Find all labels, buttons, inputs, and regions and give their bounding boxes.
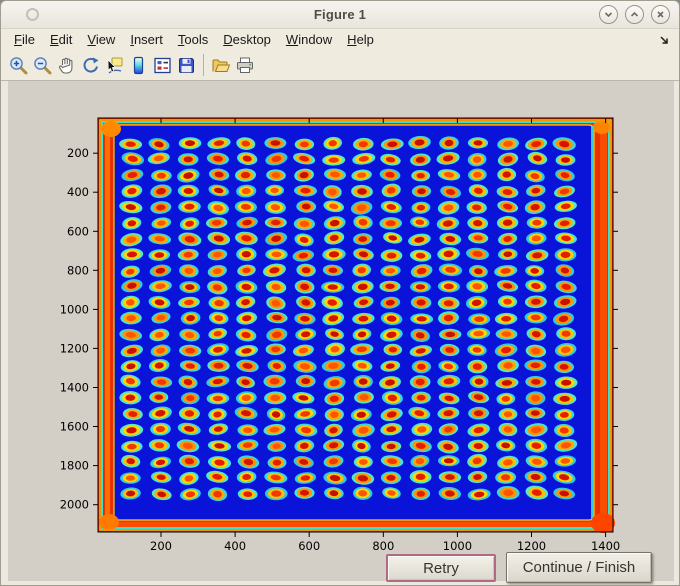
menu-item-view[interactable]: View: [87, 32, 115, 47]
zoom-out-button[interactable]: [30, 53, 54, 78]
minimize-button[interactable]: [599, 5, 618, 24]
x-tick-label: 1200: [517, 539, 546, 553]
zoom-out-icon: [33, 56, 51, 74]
array-spot: [524, 359, 547, 372]
array-spot: [264, 216, 287, 229]
close-x-icon: [657, 11, 664, 18]
pan-button[interactable]: [54, 53, 78, 78]
rotate-3d-icon: [83, 57, 98, 72]
menu-item-edit[interactable]: Edit: [50, 32, 72, 47]
menu-item-window[interactable]: Window: [286, 32, 332, 47]
colorbar-icon: [133, 56, 143, 74]
x-tick-label: 1000: [443, 539, 472, 553]
window-controls: [599, 5, 670, 24]
insert-legend-button[interactable]: [150, 53, 174, 78]
rotate-3d-button[interactable]: [78, 53, 102, 78]
print-button[interactable]: [233, 53, 257, 78]
chevron-down-icon: [604, 12, 613, 18]
open-folder-button[interactable]: [209, 53, 233, 78]
y-tick-label: 600: [67, 224, 89, 238]
array-spot: [264, 137, 287, 149]
data-cursor-icon: [107, 57, 122, 74]
maximize-button[interactable]: [625, 5, 644, 24]
x-tick-label: 800: [372, 539, 394, 553]
y-tick-label: 200: [67, 146, 89, 160]
zoom-in-button[interactable]: [6, 53, 30, 78]
print-icon: [237, 57, 253, 73]
colorbar-button[interactable]: [126, 53, 150, 78]
x-tick-label: 1400: [591, 539, 620, 553]
y-tick-label: 2000: [60, 498, 89, 512]
zoom-in-icon: [9, 56, 27, 74]
menu-item-desktop[interactable]: Desktop: [223, 32, 271, 47]
continue-finish-button[interactable]: Continue / Finish: [506, 552, 652, 583]
array-spot: [468, 313, 491, 326]
open-folder-icon: [212, 59, 231, 72]
toolbar: [1, 50, 679, 81]
figure-plot: 200 400 600 800 1000 1200 1400 200 400 600 800 1000…: [60, 117, 620, 553]
close-button[interactable]: [651, 5, 670, 24]
toolbar-separator: [203, 54, 204, 76]
window-title: Figure 1: [313, 7, 367, 22]
insert-legend-icon: [153, 57, 171, 73]
y-tick-label: 1600: [60, 420, 89, 434]
menu-item-insert[interactable]: Insert: [130, 32, 163, 47]
microarray-image: [98, 118, 615, 533]
y-tick-label: 1000: [60, 302, 89, 316]
pan-hand-icon: [58, 57, 72, 74]
menu-item-file[interactable]: File: [14, 32, 35, 47]
menubar: File Edit View Insert Tools Desktop Window Help: [1, 29, 679, 50]
array-spot: [295, 374, 316, 388]
save-icon: [178, 57, 194, 73]
array-spot: [265, 486, 288, 501]
data-cursor-button[interactable]: [102, 53, 126, 78]
retry-button[interactable]: Retry: [386, 554, 496, 582]
array-spot: [236, 247, 257, 262]
y-tick-label: 400: [67, 185, 89, 199]
array-spot: [467, 359, 488, 374]
menu-item-help[interactable]: Help: [347, 32, 374, 47]
x-tick-label: 600: [298, 539, 320, 553]
chevron-up-icon: [630, 11, 639, 17]
array-spot: [380, 249, 403, 262]
x-tick-label: 200: [150, 539, 172, 553]
array-spot: [553, 392, 577, 405]
dock-figure-arrow-icon[interactable]: [659, 34, 670, 49]
y-tick-label: 800: [67, 263, 89, 277]
y-tick-label: 1400: [60, 381, 89, 395]
save-button[interactable]: [174, 53, 198, 78]
titlebar[interactable]: Figure 1: [1, 1, 679, 29]
figure-canvas: 200 400 600 800 1000 1200 1400 200 400 600 800 1000…: [8, 81, 674, 583]
figure-window: Figure 1 File Edit View Insert Tools Desktop W…: [0, 0, 680, 586]
array-spot: [177, 153, 199, 166]
y-tick-label: 1200: [60, 341, 89, 355]
menu-item-tools[interactable]: Tools: [178, 32, 208, 47]
x-tick-label: 400: [224, 539, 246, 553]
y-tick-label: 1800: [60, 459, 89, 473]
array-spot: [379, 280, 401, 292]
